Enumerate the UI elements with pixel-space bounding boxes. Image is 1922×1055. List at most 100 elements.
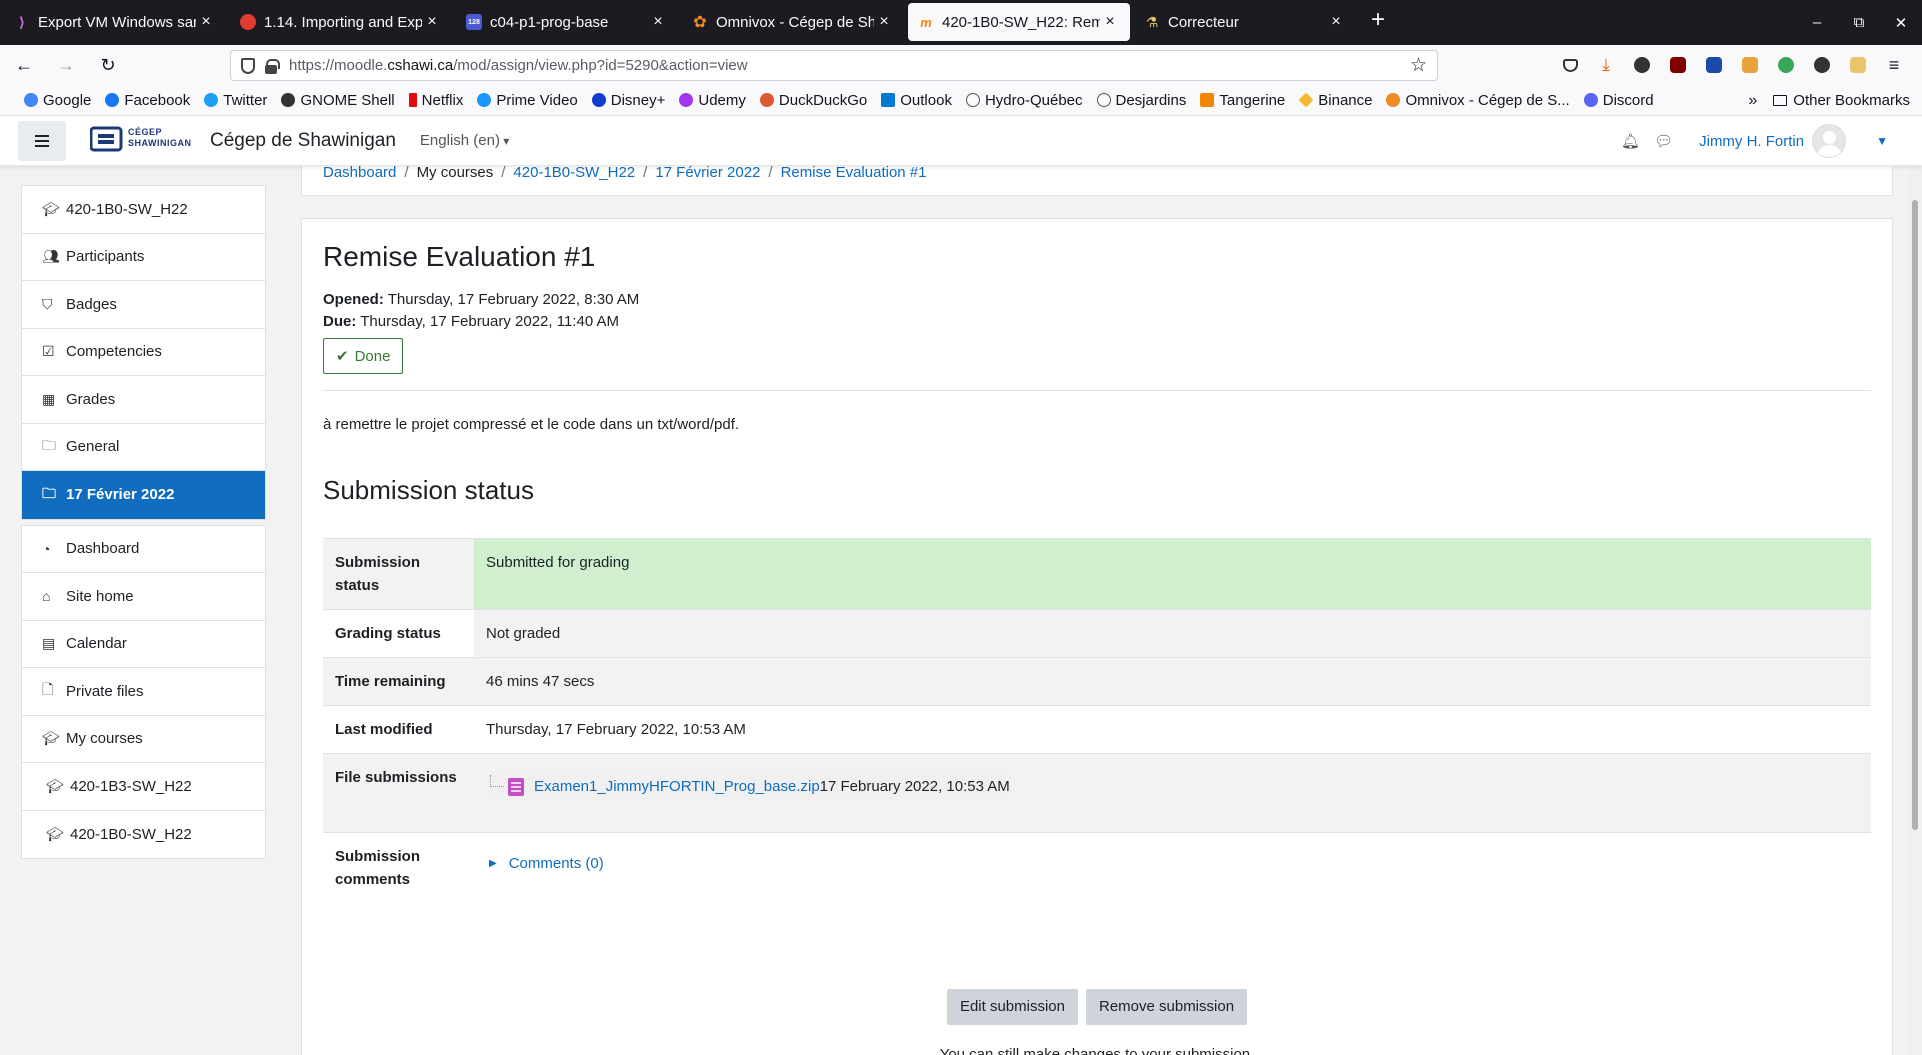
browser-tab[interactable]: ⟩ Export VM Windows sans × [4, 3, 226, 41]
file-link[interactable]: Examen1_JimmyHFORTIN_Prog_base.zip [534, 775, 820, 798]
edit-submission-button[interactable]: Edit submission [946, 989, 1078, 1025]
bookmark-twitter[interactable]: Twitter [204, 92, 267, 109]
pocket-icon[interactable] [1552, 58, 1588, 72]
bookmark-label: Prime Video [496, 91, 578, 109]
sidebar-item-site-home[interactable]: ⌂ Site home [22, 573, 265, 621]
close-icon[interactable]: × [648, 13, 668, 31]
browser-tab[interactable]: ⚗ Correcteur × [1134, 3, 1356, 41]
bookmark-facebook[interactable]: Facebook [105, 92, 190, 109]
sidebar-item-section-active[interactable]: 🗀 17 Février 2022 [22, 471, 265, 519]
chevron-double-right-icon[interactable]: » [1748, 92, 1757, 110]
url-bar[interactable]: https://moodle. cshawi.ca/mod/assign/view… [230, 50, 1438, 81]
minimize-icon[interactable]: – [1796, 14, 1838, 31]
extension-green-icon[interactable] [1768, 57, 1804, 73]
comments-toggle[interactable]: ▶ Comments (0) [486, 852, 604, 875]
bookmark-discord[interactable]: Discord [1583, 92, 1654, 109]
sidebar-item-private-files[interactable]: 🗋 Private files [22, 668, 265, 716]
lock-icon[interactable] [265, 58, 280, 74]
sidebar-item-label: Participants [66, 248, 145, 266]
forward-button[interactable]: → [48, 49, 84, 81]
bell-icon[interactable]: 🔔︎ [1621, 132, 1640, 150]
bookmark-desjardins[interactable]: Desjardins [1096, 92, 1186, 109]
page-title: Remise Evaluation #1 [323, 241, 596, 272]
extension-red-icon[interactable] [1696, 57, 1732, 73]
breadcrumb-course[interactable]: 420-1B0-SW_H22 [513, 166, 635, 181]
extension-flask-icon[interactable] [1840, 57, 1876, 73]
hamburger-icon [35, 134, 49, 147]
bookmark-hydro-quebec[interactable]: Hydro-Québec [965, 92, 1083, 109]
extension-j-icon[interactable] [1624, 57, 1660, 73]
sidebar-item-dashboard[interactable]: ◔ Dashboard [22, 526, 265, 573]
bookmark-gnome-shell[interactable]: GNOME Shell [281, 92, 395, 109]
tangerine-icon [1200, 93, 1215, 107]
close-icon[interactable]: × [196, 13, 216, 31]
bookmark-omnivox[interactable]: Omnivox - Cégep de S... [1386, 92, 1570, 109]
bookmark-star-icon[interactable]: ☆ [1410, 54, 1427, 77]
drawer-toggle-button[interactable] [18, 120, 66, 161]
sidebar-item-label: Private files [66, 682, 144, 700]
sidebar-item-course[interactable]: 🎓︎ 420-1B0-SW_H22 [22, 186, 265, 234]
page-scrollbar[interactable] [1908, 166, 1922, 1055]
back-button[interactable]: ← [6, 49, 42, 81]
other-bookmarks[interactable]: Other Bookmarks [1793, 92, 1910, 109]
close-window-icon[interactable]: ✕ [1880, 14, 1922, 32]
close-icon[interactable]: × [422, 13, 442, 31]
user-name[interactable]: Jimmy H. Fortin [1699, 133, 1804, 150]
tab-title: Omnivox - Cégep de Shaw [716, 13, 874, 31]
binance-icon [1298, 92, 1314, 108]
browser-tab[interactable]: 128 c04-p1-prog-base × [456, 3, 678, 41]
new-tab-button[interactable]: + [1360, 3, 1396, 41]
sidebar-item-my-courses[interactable]: 🎓︎ My courses [22, 716, 265, 763]
disney-icon [591, 93, 606, 107]
caret-right-icon: ▶ [489, 858, 497, 869]
sidebar-item-course-1b0[interactable]: 🎓︎ 420-1B0-SW_H22 [22, 811, 265, 859]
browser-tab[interactable]: 1.14. Importing and Expo × [230, 3, 452, 41]
bookmark-prime-video[interactable]: Prime Video [477, 91, 578, 109]
remove-submission-button[interactable]: Remove submission [1085, 989, 1248, 1025]
chevron-down-icon[interactable]: ▼ [1876, 134, 1888, 148]
sidebar-item-participants[interactable]: 👥︎ Participants [22, 234, 265, 281]
extension-gnome-icon[interactable] [1804, 57, 1840, 73]
sidebar-item-general[interactable]: 🗀 General [22, 424, 265, 471]
site-name[interactable]: Cégep de Shawinigan [210, 130, 396, 152]
bookmarks-toolbar: Google Facebook Twitter GNOME Shell Netf… [0, 85, 1922, 116]
close-icon[interactable]: × [1326, 13, 1346, 31]
sidebar-item-grades[interactable]: ▦ Grades [22, 376, 265, 424]
extension-notification-icon[interactable] [1732, 57, 1768, 73]
bookmark-google[interactable]: Google [24, 92, 91, 109]
site-logo[interactable]: CÉGEP SHAWINIGAN Cégep de Shawinigan [89, 125, 396, 157]
close-icon[interactable]: × [1100, 13, 1120, 31]
bookmark-disney[interactable]: Disney+ [591, 92, 665, 109]
sidebar-item-competencies[interactable]: ☑ Competencies [22, 329, 265, 376]
ublock-icon[interactable] [1660, 57, 1696, 73]
sidebar-item-calendar[interactable]: ▤ Calendar [22, 621, 265, 668]
menu-icon[interactable]: ≡ [1876, 55, 1912, 76]
sidebar-item-course-1b3[interactable]: 🎓︎ 420-1B3-SW_H22 [22, 763, 265, 811]
reload-button[interactable]: ↻ [90, 49, 126, 81]
bookmark-duckduckgo[interactable]: DuckDuckGo [759, 92, 867, 109]
bookmark-binance[interactable]: Binance [1298, 92, 1372, 109]
bookmark-netflix[interactable]: Netflix [408, 92, 463, 109]
calendar-icon: ▤ [42, 635, 56, 652]
bookmark-tangerine[interactable]: Tangerine [1200, 92, 1285, 109]
sidebar-item-badges[interactable]: ⛉ Badges [22, 281, 265, 329]
window-controls: – ⧉ ✕ [1796, 0, 1922, 45]
sidebar-item-label: Badges [66, 295, 117, 313]
bookmark-udemy[interactable]: Udemy [679, 92, 746, 109]
bookmark-outlook[interactable]: Outlook [881, 92, 952, 109]
chat-icon[interactable]: 💬︎ [1654, 132, 1673, 150]
breadcrumb-assignment[interactable]: Remise Evaluation #1 [781, 166, 927, 181]
submission-status-value: Submitted for grading [474, 538, 1871, 610]
scrollbar-thumb[interactable] [1912, 200, 1918, 830]
breadcrumb-dashboard[interactable]: Dashboard [323, 166, 396, 181]
row-label: Last modified [323, 705, 474, 754]
language-menu[interactable]: English (en) [420, 132, 509, 149]
browser-tab-active[interactable]: m 420-1B0-SW_H22: Remise × [908, 3, 1130, 41]
avatar[interactable] [1812, 124, 1847, 158]
close-icon[interactable]: × [874, 13, 894, 31]
browser-tab[interactable]: ✿ Omnivox - Cégep de Shaw × [682, 3, 904, 41]
breadcrumb-section[interactable]: 17 Février 2022 [655, 166, 760, 181]
downloads-icon[interactable]: ⤓ [1588, 55, 1624, 75]
tracking-shield-icon[interactable] [241, 57, 255, 74]
restore-icon[interactable]: ⧉ [1838, 14, 1880, 31]
